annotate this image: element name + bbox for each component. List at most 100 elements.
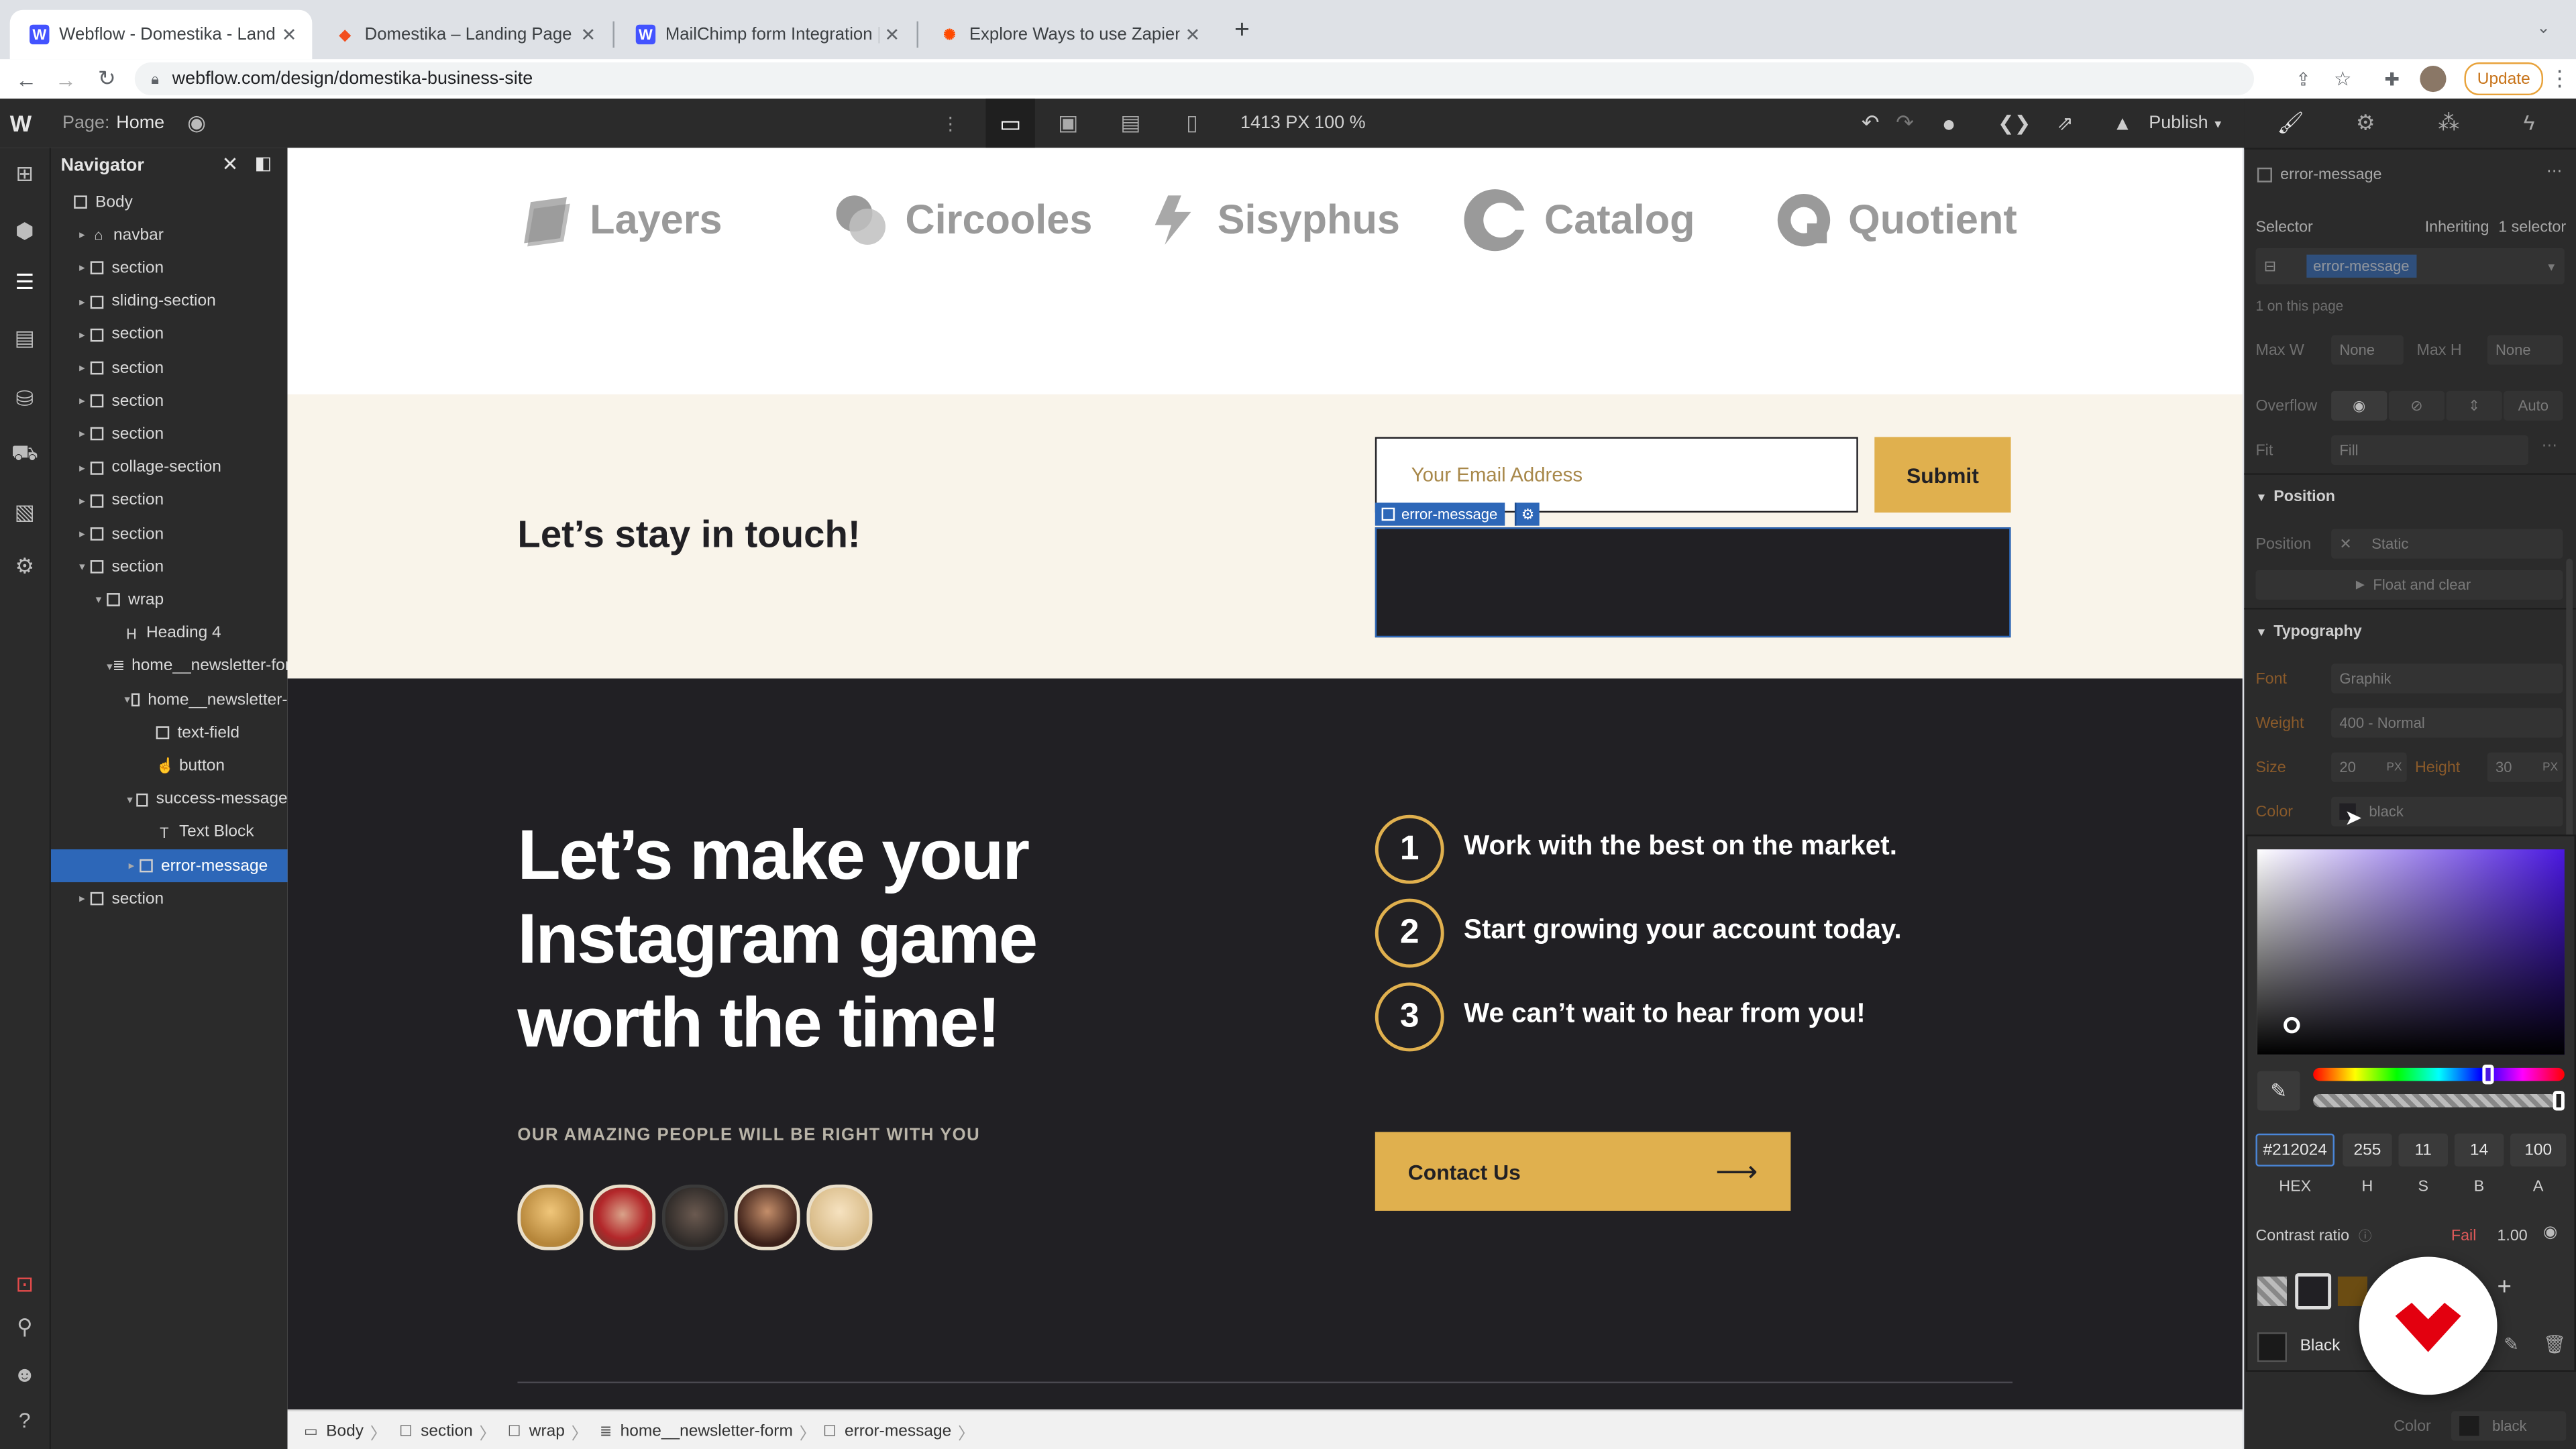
navigator-item[interactable]: ▸ error-message: [50, 849, 288, 883]
search-icon[interactable]: ⚲: [8, 1311, 41, 1344]
info-icon[interactable]: ⓘ: [2359, 1229, 2372, 1244]
edit-swatch-icon[interactable]: ✎: [2504, 1334, 2519, 1355]
overflow-visible-button[interactable]: ◉: [2331, 390, 2387, 421]
record-icon[interactable]: ⊡: [8, 1269, 41, 1301]
bottom-color-field[interactable]: black: [2451, 1411, 2567, 1441]
ecommerce-cart-icon[interactable]: ⛟: [8, 439, 41, 472]
browser-menu-icon[interactable]: ⋮: [2543, 62, 2576, 95]
new-tab-button[interactable]: +: [1229, 16, 1255, 46]
expand-caret-icon[interactable]: ▾: [91, 594, 107, 606]
pin-panel-icon[interactable]: ◧: [255, 153, 272, 174]
saturation-brightness-area[interactable]: [2257, 849, 2565, 1055]
expand-caret-icon[interactable]: ▸: [74, 494, 90, 507]
design-canvas[interactable]: Layers Circooles Sisyphus Catalog Quotie…: [287, 148, 2243, 1410]
inheriting-count[interactable]: 1 selector: [2498, 219, 2566, 237]
expand-caret-icon[interactable]: ▾: [74, 561, 90, 574]
bookmark-star-icon[interactable]: ☆: [2326, 62, 2359, 95]
reload-icon[interactable]: ↻: [91, 62, 123, 95]
weight-select[interactable]: 400 - Normal: [2331, 708, 2563, 738]
error-message-block[interactable]: [1375, 527, 2011, 638]
cms-database-icon[interactable]: ⛁: [8, 383, 41, 416]
style-manager-icon[interactable]: ⁂: [2438, 110, 2459, 136]
expand-caret-icon[interactable]: ▾: [107, 660, 113, 673]
interactions-bolt-icon[interactable]: ϟ: [2524, 110, 2535, 135]
expand-caret-icon[interactable]: ▸: [74, 892, 90, 906]
navigator-item[interactable]: ▸ sliding-section: [51, 285, 288, 318]
add-elements-icon[interactable]: ⊞: [8, 158, 41, 191]
pages-icon[interactable]: ▤: [8, 322, 41, 355]
font-select[interactable]: Graphik: [2331, 663, 2563, 694]
hex-input[interactable]: #212024: [2255, 1133, 2335, 1167]
publish-rocket-icon[interactable]: ▲: [2112, 99, 2132, 148]
position-section-header[interactable]: ▼ Position: [2255, 488, 2335, 506]
float-clear-toggle[interactable]: ▶ Float and clear: [2255, 570, 2563, 600]
selected-element-tag[interactable]: error-message: [1375, 502, 1505, 526]
size-field[interactable]: 20 PX: [2331, 752, 2407, 782]
navigator-item[interactable]: ▸ section: [51, 883, 288, 916]
help-icon[interactable]: ?: [8, 1403, 41, 1436]
expand-caret-icon[interactable]: ▸: [74, 295, 90, 308]
navigator-item[interactable]: ▸ collage-section: [51, 451, 288, 484]
back-arrow-icon[interactable]: ←: [10, 62, 43, 95]
expand-caret-icon[interactable]: ▸: [74, 229, 90, 241]
browser-tab[interactable]: W MailChimp form Integration | W✕: [616, 10, 915, 59]
navigator-item[interactable]: ▸ section: [51, 352, 288, 384]
comments-icon[interactable]: ●: [1942, 99, 1956, 148]
submit-button[interactable]: Submit: [1874, 437, 2011, 513]
browser-tab[interactable]: W Webflow - Domestika - Landin ✕: [9, 9, 313, 60]
add-swatch-button[interactable]: +: [2497, 1273, 2523, 1301]
redo-icon[interactable]: ↷: [1896, 99, 1914, 148]
update-button[interactable]: Update: [2464, 62, 2544, 96]
expand-caret-icon[interactable]: ▸: [74, 428, 90, 441]
breadcrumb-item[interactable]: ▭ Body 〉: [304, 1411, 386, 1449]
team-icon[interactable]: ☻: [8, 1357, 41, 1390]
swatch-transparent[interactable]: [2257, 1276, 2287, 1306]
browser-tab[interactable]: ✺ Explore Ways to use Zapier by✕: [920, 10, 1216, 59]
navigator-item[interactable]: ▸ section: [51, 484, 288, 517]
assets-images-icon[interactable]: ▧: [8, 496, 41, 529]
navigator-item[interactable]: ▾ home__newsletter-: [51, 684, 288, 716]
symbols-cube-icon[interactable]: ⬢: [8, 215, 41, 248]
brightness-input[interactable]: 14: [2454, 1133, 2504, 1167]
element-settings-icon[interactable]: ⚙: [2356, 110, 2375, 136]
webflow-logo-icon[interactable]: W: [10, 99, 43, 148]
overflow-hidden-button[interactable]: ⊘: [2388, 390, 2445, 421]
alpha-input[interactable]: 100: [2510, 1133, 2567, 1167]
hue-slider[interactable]: [2313, 1067, 2565, 1081]
expand-caret-icon[interactable]: ▸: [74, 362, 90, 374]
navigator-item[interactable]: ▸ section: [51, 418, 288, 451]
tab-search-icon[interactable]: ⌄: [2536, 19, 2559, 42]
typography-section-header[interactable]: ▼ Typography: [2255, 623, 2361, 641]
navigator-item[interactable]: T Text Block: [51, 816, 288, 849]
expand-caret-icon[interactable]: ▸: [74, 328, 90, 341]
overflow-scroll-button[interactable]: ⇕: [2446, 390, 2502, 421]
navigator-item[interactable]: ▸ ⌂ navbar: [51, 219, 288, 252]
navigator-item[interactable]: ▾ wrap: [51, 584, 288, 616]
selector-field[interactable]: ⊟ error-message ▾: [2255, 248, 2565, 284]
breadcrumb-item[interactable]: ≣ home__newsletter-form 〉: [600, 1411, 816, 1449]
profile-avatar[interactable]: [2420, 65, 2447, 93]
navigator-item[interactable]: H Heading 4: [51, 617, 288, 650]
expand-caret-icon[interactable]: ▸: [74, 394, 90, 408]
expand-caret-icon[interactable]: ▸: [74, 461, 90, 474]
share-link-icon[interactable]: ⇗: [2057, 99, 2074, 148]
settings-gear-icon[interactable]: ⚙: [8, 550, 41, 583]
undo-icon[interactable]: ↶: [1862, 99, 1880, 148]
navigator-item[interactable]: ▾ ≣ home__newsletter-for: [51, 650, 290, 683]
alpha-slider[interactable]: [2313, 1094, 2565, 1108]
expand-caret-icon[interactable]: ▾: [123, 793, 137, 806]
page-name[interactable]: Home: [116, 113, 164, 133]
navigator-item[interactable]: text-field: [51, 716, 288, 749]
navigator-item[interactable]: ▸ section: [51, 252, 288, 285]
expand-caret-icon[interactable]: ▾: [123, 693, 131, 706]
navigator-item[interactable]: ▸ section: [51, 385, 288, 418]
height-field[interactable]: 30 PX: [2487, 752, 2563, 782]
selector-chip[interactable]: error-message: [2306, 254, 2416, 278]
browser-tab[interactable]: ◆ Domestika – Landing Page – Fi✕: [315, 10, 611, 59]
breakpoint-landscape-icon[interactable]: ▤: [1120, 99, 1140, 148]
expand-caret-icon[interactable]: ▸: [123, 859, 140, 872]
more-icon[interactable]: ⋯: [2542, 437, 2557, 455]
share-icon[interactable]: ⇪: [2287, 62, 2320, 95]
breadcrumb-item[interactable]: ☐ error-message 〉: [823, 1411, 975, 1449]
url-field[interactable]: 🔒︎ webflow.com/design/domestika-business…: [134, 62, 2255, 96]
